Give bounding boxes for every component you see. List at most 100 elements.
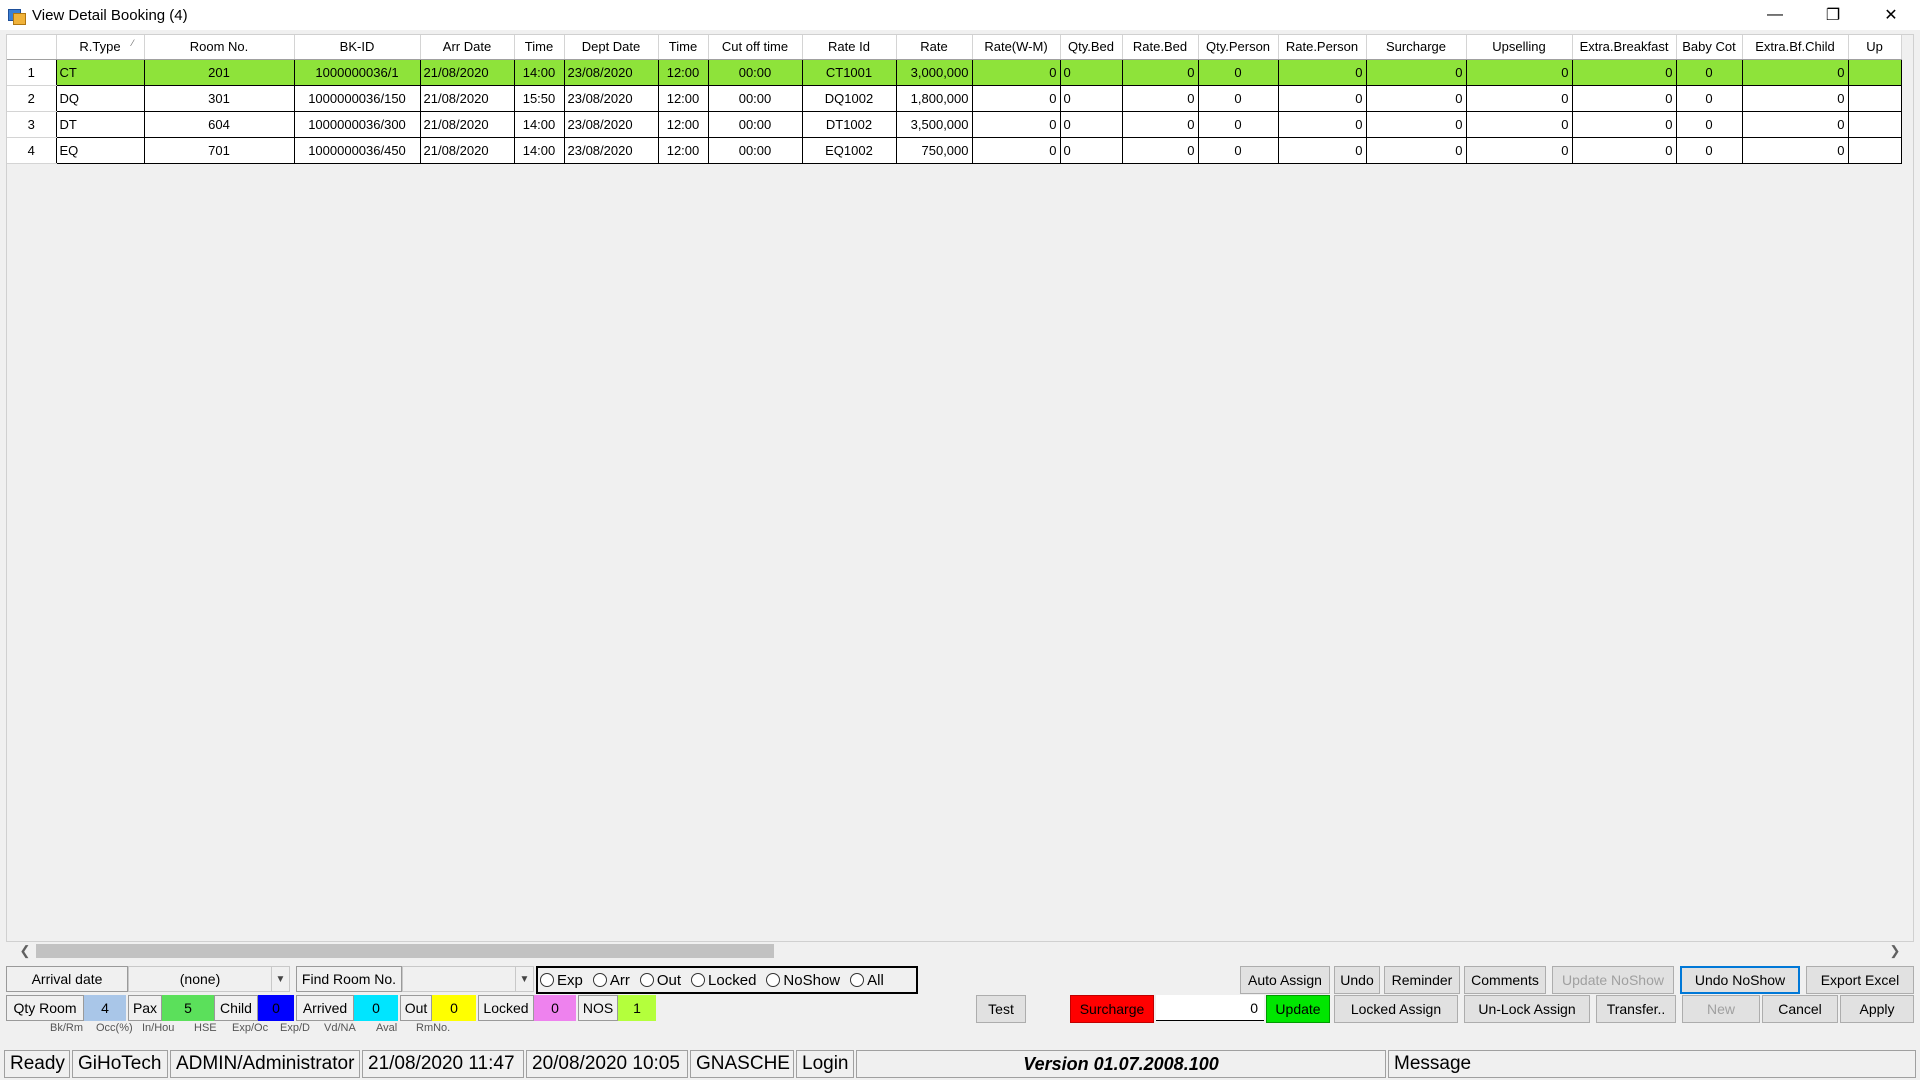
apply-button[interactable]: Apply bbox=[1840, 995, 1914, 1023]
cell-qtybed[interactable]: 0 bbox=[1059, 136, 1123, 164]
table-row[interactable]: 2 DQ 301 1000000036/150 21/08/2020 15:50 23/08… bbox=[7, 84, 1902, 112]
cell-arrtime[interactable]: 15:50 bbox=[513, 84, 565, 112]
cell-surcharge[interactable]: 0 bbox=[1365, 58, 1467, 86]
cell-extrabfchild[interactable]: 0 bbox=[1741, 110, 1849, 138]
cell-depttime[interactable]: 12:00 bbox=[657, 136, 709, 164]
cell-up[interactable] bbox=[1847, 58, 1902, 86]
cell-ratebed[interactable]: 0 bbox=[1121, 136, 1199, 164]
cell-ratewm[interactable]: 0 bbox=[971, 84, 1061, 112]
new-button[interactable]: New bbox=[1682, 995, 1760, 1023]
cell-extrabfchild[interactable]: 0 bbox=[1741, 58, 1849, 86]
column-header[interactable]: Extra.Bf.Child bbox=[1742, 35, 1849, 60]
column-header[interactable]: Upselling bbox=[1466, 35, 1573, 60]
column-header[interactable]: Time bbox=[514, 35, 565, 60]
column-header[interactable]: Cut off time bbox=[708, 35, 803, 60]
reminder-button[interactable]: Reminder bbox=[1384, 966, 1460, 994]
cell-rate[interactable]: 1,800,000 bbox=[895, 84, 973, 112]
locked-assign-button[interactable]: Locked Assign bbox=[1334, 995, 1458, 1023]
cell-rateperson[interactable]: 0 bbox=[1277, 136, 1367, 164]
scroll-left-icon[interactable]: ❮ bbox=[16, 942, 34, 960]
cell-qtybed[interactable]: 0 bbox=[1059, 84, 1123, 112]
cell-extrabf[interactable]: 0 bbox=[1571, 136, 1677, 164]
cell-extrabfchild[interactable]: 0 bbox=[1741, 136, 1849, 164]
row-number[interactable]: 4 bbox=[7, 137, 56, 164]
cell-ratewm[interactable]: 0 bbox=[971, 136, 1061, 164]
cell-depttime[interactable]: 12:00 bbox=[657, 84, 709, 112]
auto-assign-button[interactable]: Auto Assign bbox=[1240, 966, 1330, 994]
cell-surcharge[interactable]: 0 bbox=[1365, 110, 1467, 138]
cell-rtype[interactable]: DT bbox=[55, 110, 145, 138]
cell-babycot[interactable]: 0 bbox=[1675, 58, 1743, 86]
cell-rate[interactable]: 3,500,000 bbox=[895, 110, 973, 138]
unlock-assign-button[interactable]: Un-Lock Assign bbox=[1464, 995, 1590, 1023]
column-header[interactable]: Dept Date bbox=[564, 35, 659, 60]
radio-locked[interactable]: Locked bbox=[691, 972, 756, 989]
radio-out[interactable]: Out bbox=[639, 972, 681, 989]
radio-circle-icon[interactable] bbox=[766, 973, 781, 987]
cell-ratebed[interactable]: 0 bbox=[1121, 110, 1199, 138]
transfer-button[interactable]: Transfer.. bbox=[1596, 995, 1676, 1023]
radio-noshow[interactable]: NoShow bbox=[766, 972, 840, 989]
restore-icon[interactable]: ❐ bbox=[1804, 0, 1862, 30]
column-header[interactable]: Baby Cot bbox=[1676, 35, 1743, 60]
column-header[interactable]: Rate Id bbox=[802, 35, 897, 60]
cell-room[interactable]: 701 bbox=[143, 136, 295, 164]
cell-rtype[interactable]: DQ bbox=[55, 84, 145, 112]
cell-babycot[interactable]: 0 bbox=[1675, 84, 1743, 112]
close-icon[interactable]: ✕ bbox=[1862, 0, 1920, 30]
cell-extrabfchild[interactable]: 0 bbox=[1741, 84, 1849, 112]
radio-circle-icon[interactable] bbox=[540, 973, 554, 987]
cell-upselling[interactable]: 0 bbox=[1465, 84, 1573, 112]
cell-cutoff[interactable]: 00:00 bbox=[707, 136, 803, 164]
cell-ratebed[interactable]: 0 bbox=[1121, 84, 1199, 112]
cell-cutoff[interactable]: 00:00 bbox=[707, 84, 803, 112]
undo-noshow-button[interactable]: Undo NoShow bbox=[1680, 966, 1800, 994]
radio-circle-icon[interactable] bbox=[691, 973, 706, 987]
booking-grid[interactable]: R.Type ⁄ Room No. BK-ID Arr Date Time Dept Dat… bbox=[6, 34, 1914, 942]
update-noshow-button[interactable]: Update NoShow bbox=[1552, 966, 1674, 994]
minimize-icon[interactable]: — bbox=[1746, 0, 1804, 30]
cell-depttime[interactable]: 12:00 bbox=[657, 58, 709, 86]
cell-room[interactable]: 301 bbox=[143, 84, 295, 112]
chevron-down-icon[interactable]: ▼ bbox=[515, 967, 533, 991]
row-number[interactable]: 1 bbox=[7, 59, 56, 86]
cell-rateperson[interactable]: 0 bbox=[1277, 84, 1367, 112]
cell-ratewm[interactable]: 0 bbox=[971, 110, 1061, 138]
cell-ratewm[interactable]: 0 bbox=[971, 58, 1061, 86]
cell-qtybed[interactable]: 0 bbox=[1059, 58, 1123, 86]
cell-qtybed[interactable]: 0 bbox=[1059, 110, 1123, 138]
cell-bkid[interactable]: 1000000036/1 bbox=[293, 58, 421, 86]
cell-arr[interactable]: 21/08/2020 bbox=[419, 136, 515, 164]
cell-surcharge[interactable]: 0 bbox=[1365, 84, 1467, 112]
column-header[interactable]: Rate bbox=[896, 35, 973, 60]
export-excel-button[interactable]: Export Excel bbox=[1806, 966, 1914, 994]
cell-bkid[interactable]: 1000000036/150 bbox=[293, 84, 421, 112]
table-row[interactable]: 3 DT 604 1000000036/300 21/08/2020 14:00 23/08… bbox=[7, 110, 1902, 138]
cell-rateid[interactable]: CT1001 bbox=[801, 58, 897, 86]
cell-dept[interactable]: 23/08/2020 bbox=[563, 110, 659, 138]
column-header[interactable]: Up bbox=[1848, 35, 1902, 60]
row-number[interactable]: 3 bbox=[7, 111, 56, 138]
column-header[interactable]: BK-ID bbox=[294, 35, 421, 60]
radio-all[interactable]: All bbox=[850, 972, 884, 989]
column-header[interactable]: Surcharge bbox=[1366, 35, 1467, 60]
status-login[interactable]: Login bbox=[796, 1050, 854, 1078]
horizontal-scrollbar[interactable]: ❮ ❯ bbox=[16, 942, 1904, 960]
cell-bkid[interactable]: 1000000036/450 bbox=[293, 136, 421, 164]
cell-qtyperson[interactable]: 0 bbox=[1197, 110, 1279, 138]
cell-upselling[interactable]: 0 bbox=[1465, 136, 1573, 164]
cell-extrabf[interactable]: 0 bbox=[1571, 84, 1677, 112]
cell-depttime[interactable]: 12:00 bbox=[657, 110, 709, 138]
arrival-date-select[interactable]: (none) ▼ bbox=[128, 966, 290, 992]
column-header[interactable]: Room No. bbox=[144, 35, 295, 60]
cell-arr[interactable]: 21/08/2020 bbox=[419, 110, 515, 138]
scroll-right-icon[interactable]: ❯ bbox=[1886, 942, 1904, 960]
cell-dept[interactable]: 23/08/2020 bbox=[563, 84, 659, 112]
cell-arrtime[interactable]: 14:00 bbox=[513, 110, 565, 138]
comments-button[interactable]: Comments bbox=[1464, 966, 1546, 994]
cell-rtype[interactable]: EQ bbox=[55, 136, 145, 164]
column-header[interactable]: Extra.Breakfast bbox=[1572, 35, 1677, 60]
column-header[interactable]: R.Type ⁄ bbox=[56, 35, 145, 60]
cell-rateid[interactable]: EQ1002 bbox=[801, 136, 897, 164]
cell-room[interactable]: 201 bbox=[143, 58, 295, 86]
